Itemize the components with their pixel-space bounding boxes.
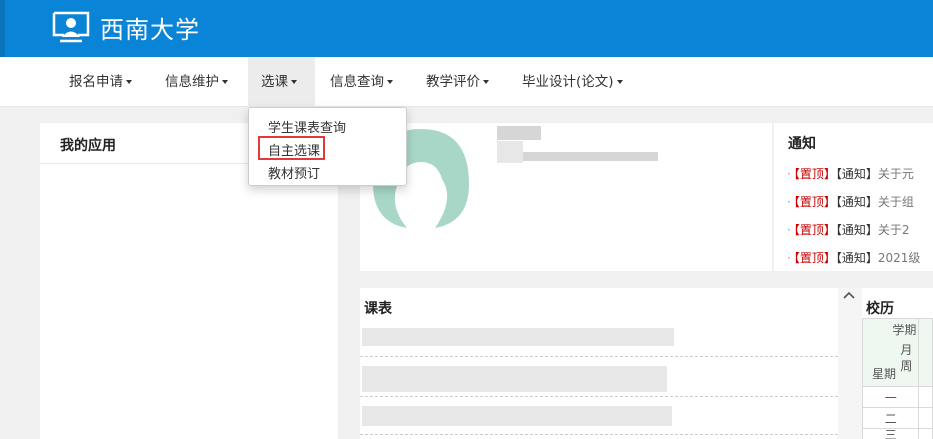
notice-item[interactable]: · 【置顶】【通知】关于元 bbox=[787, 165, 914, 182]
nav-item-info-maintenance[interactable]: 信息维护 bbox=[165, 57, 228, 107]
bullet-icon: · bbox=[787, 195, 791, 209]
redacted-schedule bbox=[362, 328, 674, 346]
nav-label: 报名申请 bbox=[69, 74, 123, 90]
notice-item[interactable]: · 【置顶】【通知】2021级 bbox=[787, 249, 920, 266]
nav-item-graduation-project[interactable]: 毕业设计(论文) bbox=[522, 57, 623, 107]
calendar-cell bbox=[918, 386, 933, 408]
panel-title: 课表 bbox=[364, 301, 392, 317]
course-selection-dropdown: 学生课表查询 自主选课 教材预订 bbox=[248, 107, 407, 186]
redacted-schedule bbox=[362, 406, 672, 426]
main-nav: 报名申请 信息维护 选课 信息查询 教学评价 毕业设计(论文) bbox=[0, 57, 933, 107]
header-term: 学期 bbox=[892, 323, 917, 337]
header-weekday: 星期 bbox=[872, 367, 897, 381]
bullet-icon: · bbox=[787, 251, 791, 265]
weekday-cell: 三 bbox=[861, 428, 920, 439]
nav-item-info-query[interactable]: 信息查询 bbox=[330, 57, 393, 107]
pinned-badge: 【置顶】 bbox=[793, 223, 836, 237]
panel-title: 通知 bbox=[788, 136, 816, 152]
highlight-box bbox=[258, 136, 325, 160]
calendar-table: 学期 月 周 星期 一 二 三 bbox=[861, 318, 933, 439]
nav-label: 选课 bbox=[261, 74, 288, 90]
pinned-badge: 【置顶】 bbox=[793, 195, 836, 209]
header-week: 周 bbox=[900, 359, 913, 373]
nav-label: 信息查询 bbox=[330, 74, 384, 90]
caret-down-icon bbox=[291, 80, 297, 84]
caret-down-icon bbox=[126, 80, 132, 84]
redacted-name bbox=[497, 126, 541, 140]
nav-item-course-selection[interactable]: 选课 bbox=[248, 57, 315, 107]
panel-title: 校历 bbox=[866, 301, 894, 317]
header-month: 月 bbox=[900, 343, 913, 357]
redacted-schedule bbox=[362, 366, 667, 392]
notice-tag: 【通知】 bbox=[835, 223, 878, 237]
notice-tag: 【通知】 bbox=[835, 251, 878, 265]
header-bar: 西南大学 bbox=[0, 0, 933, 57]
weekday-cell: 一 bbox=[861, 386, 920, 408]
divider bbox=[360, 356, 838, 357]
calendar-cell bbox=[918, 428, 933, 439]
nav-label: 教学评价 bbox=[426, 74, 480, 90]
scrollbar[interactable] bbox=[838, 288, 862, 439]
bullet-icon: · bbox=[787, 167, 791, 181]
nav-label: 信息维护 bbox=[165, 74, 219, 90]
notice-item[interactable]: · 【置顶】【通知】关于2 bbox=[787, 221, 910, 238]
caret-down-icon bbox=[222, 80, 228, 84]
nav-label: 毕业设计(论文) bbox=[522, 74, 614, 90]
nav-item-teaching-evaluation[interactable]: 教学评价 bbox=[426, 57, 489, 107]
divider bbox=[360, 434, 838, 435]
pinned-badge: 【置顶】 bbox=[793, 167, 836, 181]
menu-item-textbook-order[interactable]: 教材预订 bbox=[268, 163, 320, 182]
redacted-info bbox=[497, 141, 523, 163]
caret-down-icon bbox=[483, 80, 489, 84]
calendar-header-cell: 学期 月 周 星期 bbox=[861, 318, 920, 387]
chevron-up-icon[interactable] bbox=[843, 291, 855, 299]
header-edge bbox=[0, 0, 5, 57]
panel-title: 我的应用 bbox=[60, 138, 116, 154]
caret-down-icon bbox=[387, 80, 393, 84]
monitor-user-icon bbox=[52, 11, 90, 43]
nav-item-registration[interactable]: 报名申请 bbox=[69, 57, 132, 107]
bullet-icon: · bbox=[787, 223, 791, 237]
divider bbox=[360, 396, 838, 397]
notice-text: 关于组 bbox=[877, 195, 914, 209]
caret-down-icon bbox=[616, 80, 623, 84]
notice-text: 2021级 bbox=[877, 251, 921, 265]
notice-text: 关于元 bbox=[877, 167, 914, 181]
notice-tag: 【通知】 bbox=[835, 167, 878, 181]
redacted-info bbox=[523, 152, 658, 161]
notice-text: 关于2 bbox=[877, 223, 910, 237]
brand-name: 西南大学 bbox=[100, 16, 200, 44]
notice-tag: 【通知】 bbox=[835, 195, 878, 209]
calendar-cell bbox=[918, 318, 933, 387]
notice-item[interactable]: · 【置顶】【通知】关于组 bbox=[787, 193, 914, 210]
weekday-cell: 二 bbox=[861, 407, 920, 429]
calendar-cell bbox=[918, 407, 933, 429]
menu-item-student-timetable[interactable]: 学生课表查询 bbox=[268, 117, 346, 136]
pinned-badge: 【置顶】 bbox=[793, 251, 836, 265]
